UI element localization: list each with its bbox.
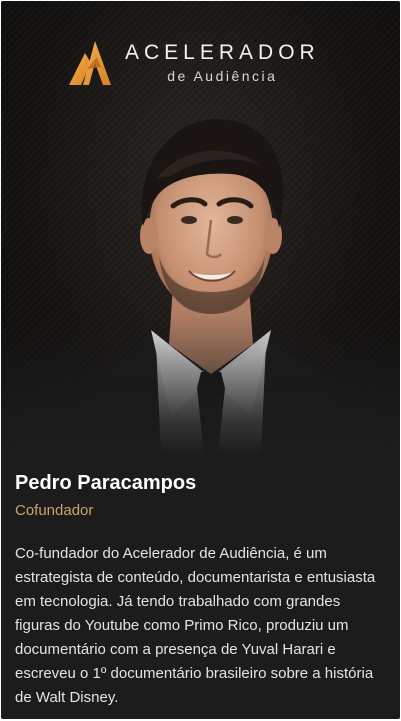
profile-hero: ACELERADOR de Audiência [1,1,400,454]
brand-logo: ACELERADOR de Audiência [67,39,320,87]
hero-fade-overlay [1,314,400,454]
brand-subtitle: de Audiência [167,68,278,84]
profile-card: ACELERADOR de Audiência Pedro Paracampos… [1,1,400,719]
profile-name: Pedro Paracampos [15,472,197,494]
profile-role: Cofundador [15,502,94,519]
profile-info: Pedro Paracampos Cofundador Co-fundador … [1,454,400,710]
profile-bio: Co-fundador do Acelerador de Audiência, … [15,545,376,706]
brand-logo-icon [69,41,111,85]
brand-title: ACELERADOR [125,41,320,64]
